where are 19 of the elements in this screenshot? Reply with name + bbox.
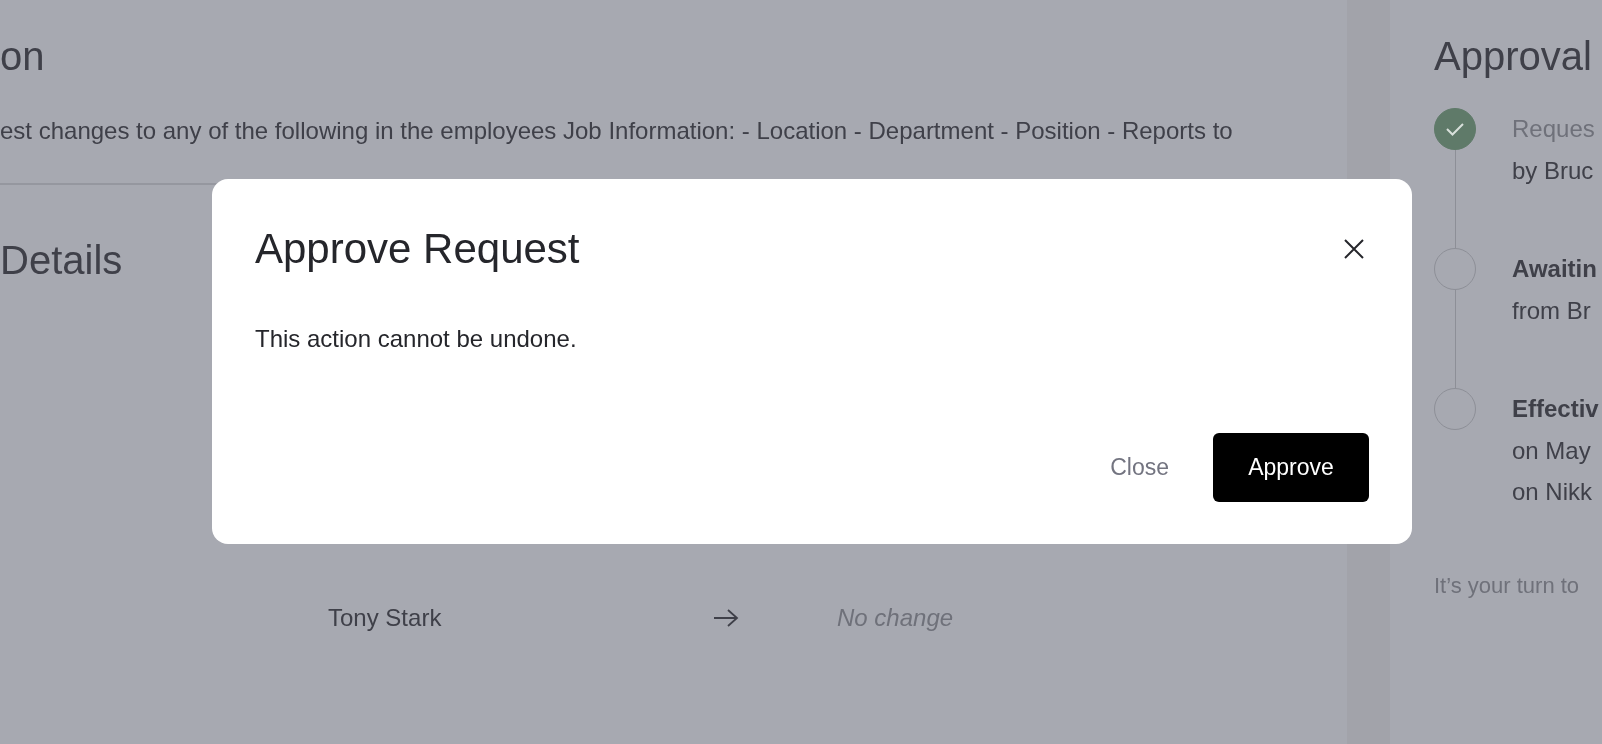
old-value: Tony Stark	[328, 603, 443, 633]
new-value: No change	[837, 603, 954, 633]
description-text: est changes to any of the following in the employees Job Information: - Location - Department - Position - Reports to	[0, 116, 1234, 146]
step-title: Effectiv	[1512, 394, 1599, 424]
dialog-message: This action cannot be undone.	[255, 324, 578, 354]
step-title: Reques	[1512, 114, 1595, 144]
step-detail: by Bruc	[1512, 156, 1595, 186]
arrow-icon	[713, 608, 739, 628]
dialog-title: Approve Request	[255, 227, 580, 271]
step-title: Awaitin	[1512, 254, 1597, 284]
step-detail: on Nikk	[1512, 477, 1594, 507]
section-heading: Details	[0, 237, 123, 283]
approve-button[interactable]: Approve	[1213, 433, 1369, 502]
panel-heading: Approval	[1434, 33, 1592, 79]
close-button[interactable]: Close	[1096, 438, 1183, 497]
page-heading: on	[0, 33, 45, 79]
step-detail: from Br	[1512, 296, 1592, 326]
status-text: It’s your turn to	[1434, 572, 1581, 600]
step-detail: on May	[1512, 436, 1592, 466]
